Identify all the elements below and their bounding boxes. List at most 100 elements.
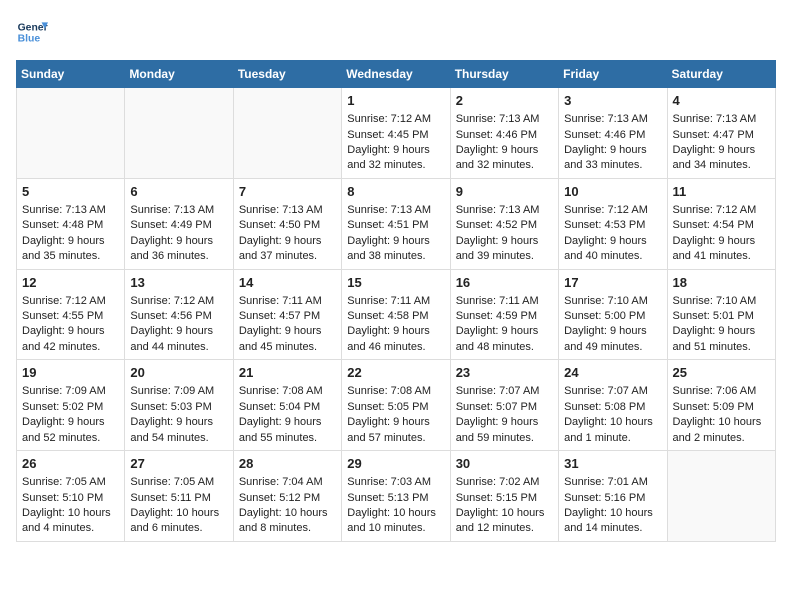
calendar-cell: 6Sunrise: 7:13 AMSunset: 4:49 PMDaylight… bbox=[125, 178, 233, 269]
calendar-cell: 18Sunrise: 7:10 AMSunset: 5:01 PMDayligh… bbox=[667, 269, 775, 360]
day-info: Sunrise: 7:13 AM bbox=[456, 112, 553, 127]
day-info: Sunrise: 7:07 AM bbox=[456, 384, 553, 399]
calendar-cell: 14Sunrise: 7:11 AMSunset: 4:57 PMDayligh… bbox=[233, 269, 341, 360]
day-number: 31 bbox=[564, 455, 661, 473]
day-info: Sunset: 5:16 PM bbox=[564, 491, 661, 506]
calendar-cell: 26Sunrise: 7:05 AMSunset: 5:10 PMDayligh… bbox=[17, 451, 125, 542]
calendar-cell bbox=[17, 88, 125, 179]
day-number: 20 bbox=[130, 364, 227, 382]
calendar-cell: 2Sunrise: 7:13 AMSunset: 4:46 PMDaylight… bbox=[450, 88, 558, 179]
calendar-cell: 21Sunrise: 7:08 AMSunset: 5:04 PMDayligh… bbox=[233, 360, 341, 451]
calendar-cell: 4Sunrise: 7:13 AMSunset: 4:47 PMDaylight… bbox=[667, 88, 775, 179]
day-number: 21 bbox=[239, 364, 336, 382]
day-number: 10 bbox=[564, 183, 661, 201]
day-info: Daylight: 9 hours and 34 minutes. bbox=[673, 143, 770, 174]
header-day: Saturday bbox=[667, 61, 775, 88]
day-number: 25 bbox=[673, 364, 770, 382]
day-info: Sunset: 5:08 PM bbox=[564, 400, 661, 415]
day-info: Sunrise: 7:13 AM bbox=[22, 203, 119, 218]
day-info: Daylight: 10 hours and 1 minute. bbox=[564, 415, 661, 446]
day-info: Sunset: 4:58 PM bbox=[347, 309, 444, 324]
day-info: Sunset: 4:55 PM bbox=[22, 309, 119, 324]
day-number: 14 bbox=[239, 274, 336, 292]
day-info: Sunrise: 7:12 AM bbox=[22, 294, 119, 309]
calendar-week: 12Sunrise: 7:12 AMSunset: 4:55 PMDayligh… bbox=[17, 269, 776, 360]
day-number: 17 bbox=[564, 274, 661, 292]
day-number: 19 bbox=[22, 364, 119, 382]
day-info: Sunrise: 7:04 AM bbox=[239, 475, 336, 490]
day-info: Sunset: 4:51 PM bbox=[347, 218, 444, 233]
day-info: Sunrise: 7:12 AM bbox=[347, 112, 444, 127]
day-info: Sunset: 5:11 PM bbox=[130, 491, 227, 506]
header-day: Wednesday bbox=[342, 61, 450, 88]
calendar-week: 19 Sunrise: 7:09 AM Sunset: 5:02 PM Dayligh… bbox=[17, 360, 776, 451]
calendar-cell: 5Sunrise: 7:13 AMSunset: 4:48 PMDaylight… bbox=[17, 178, 125, 269]
logo: General Blue bbox=[16, 16, 52, 48]
day-info: Sunrise: 7:10 AM bbox=[673, 294, 770, 309]
logo-icon: General Blue bbox=[16, 16, 48, 48]
calendar-cell: 19Sunrise: 7:09 AMSunset: 5:02 PMDayligh… bbox=[17, 360, 125, 451]
day-info: Sunrise: 7:05 AM bbox=[22, 475, 119, 490]
day-info: Sunset: 4:59 PM bbox=[456, 309, 553, 324]
day-info: Sunset: 5:01 PM bbox=[673, 309, 770, 324]
day-info: Sunset: 5:13 PM bbox=[347, 491, 444, 506]
day-info: Sunset: 4:48 PM bbox=[22, 218, 119, 233]
day-info: Sunset: 4:46 PM bbox=[564, 128, 661, 143]
day-number: 3 bbox=[564, 92, 661, 110]
day-info: Sunrise: 7:09 AM bbox=[130, 384, 227, 399]
calendar-cell: 23Sunrise: 7:07 AMSunset: 5:07 PMDayligh… bbox=[450, 360, 558, 451]
day-number: 15 bbox=[347, 274, 444, 292]
day-number: 28 bbox=[239, 455, 336, 473]
day-info: Sunrise: 7:03 AM bbox=[347, 475, 444, 490]
day-info: Sunrise: 7:08 AM bbox=[347, 384, 444, 399]
day-info: Daylight: 9 hours and 46 minutes. bbox=[347, 324, 444, 355]
day-info: Sunrise: 7:06 AM bbox=[673, 384, 770, 399]
day-info: Sunrise: 7:12 AM bbox=[130, 294, 227, 309]
day-info: Sunrise: 7:11 AM bbox=[456, 294, 553, 309]
calendar-cell: 1Sunrise: 7:12 AMSunset: 4:45 PMDaylight… bbox=[342, 88, 450, 179]
calendar-week: 26Sunrise: 7:05 AMSunset: 5:10 PMDayligh… bbox=[17, 451, 776, 542]
day-number: 27 bbox=[130, 455, 227, 473]
calendar-week: 5Sunrise: 7:13 AMSunset: 4:48 PMDaylight… bbox=[17, 178, 776, 269]
calendar-week: 1Sunrise: 7:12 AMSunset: 4:45 PMDaylight… bbox=[17, 88, 776, 179]
calendar-cell: 12Sunrise: 7:12 AMSunset: 4:55 PMDayligh… bbox=[17, 269, 125, 360]
calendar-cell bbox=[667, 451, 775, 542]
day-info: Daylight: 10 hours and 6 minutes. bbox=[130, 506, 227, 537]
calendar-cell: 17Sunrise: 7:10 AMSunset: 5:00 PMDayligh… bbox=[559, 269, 667, 360]
day-info: Daylight: 9 hours and 40 minutes. bbox=[564, 234, 661, 265]
day-info: Sunrise: 7:13 AM bbox=[673, 112, 770, 127]
calendar-cell: 31 Sunrise: 7:01 AMSunset: 5:16 PMDayligh… bbox=[559, 451, 667, 542]
day-info: Daylight: 10 hours and 8 minutes. bbox=[239, 506, 336, 537]
header-day: Sunday bbox=[17, 61, 125, 88]
day-info: Daylight: 10 hours and 12 minutes. bbox=[456, 506, 553, 537]
calendar-cell bbox=[233, 88, 341, 179]
calendar-cell: 30Sunrise: 7:02 AMSunset: 5:15 PMDayligh… bbox=[450, 451, 558, 542]
day-info: Sunset: 5:00 PM bbox=[564, 309, 661, 324]
day-info: Sunset: 4:52 PM bbox=[456, 218, 553, 233]
day-info: Daylight: 9 hours and 38 minutes. bbox=[347, 234, 444, 265]
day-info: Sunset: 5:10 PM bbox=[22, 491, 119, 506]
day-info: Sunset: 5:05 PM bbox=[347, 400, 444, 415]
calendar-body: 1Sunrise: 7:12 AMSunset: 4:45 PMDaylight… bbox=[17, 88, 776, 542]
calendar-cell: 20Sunrise: 7:09 AMSunset: 5:03 PMDayligh… bbox=[125, 360, 233, 451]
day-info: Sunset: 5:15 PM bbox=[456, 491, 553, 506]
day-info: Sunrise: 7:12 AM bbox=[564, 203, 661, 218]
day-info: Daylight: 9 hours and 49 minutes. bbox=[564, 324, 661, 355]
day-info: Daylight: 10 hours and 14 minutes. bbox=[564, 506, 661, 537]
day-info: Sunrise: 7:01 AM bbox=[564, 475, 661, 490]
day-info: Sunrise: 7:05 AM bbox=[130, 475, 227, 490]
day-info: Sunrise: 7:12 AM bbox=[673, 203, 770, 218]
day-info: Sunset: 4:47 PM bbox=[673, 128, 770, 143]
day-info: Daylight: 10 hours and 4 minutes. bbox=[22, 506, 119, 537]
day-info: Sunset: 5:02 PM bbox=[22, 400, 119, 415]
svg-text:Blue: Blue bbox=[18, 34, 41, 45]
day-info: Daylight: 9 hours and 39 minutes. bbox=[456, 234, 553, 265]
day-info: Daylight: 9 hours and 55 minutes. bbox=[239, 415, 336, 446]
day-info: Daylight: 9 hours and 41 minutes. bbox=[673, 234, 770, 265]
calendar-cell: 29Sunrise: 7:03 AMSunset: 5:13 PMDayligh… bbox=[342, 451, 450, 542]
calendar-cell: 9Sunrise: 7:13 AMSunset: 4:52 PMDaylight… bbox=[450, 178, 558, 269]
day-info: Sunset: 4:46 PM bbox=[456, 128, 553, 143]
day-number: 16 bbox=[456, 274, 553, 292]
day-info: Daylight: 10 hours and 2 minutes. bbox=[673, 415, 770, 446]
day-info: Daylight: 10 hours and 10 minutes. bbox=[347, 506, 444, 537]
